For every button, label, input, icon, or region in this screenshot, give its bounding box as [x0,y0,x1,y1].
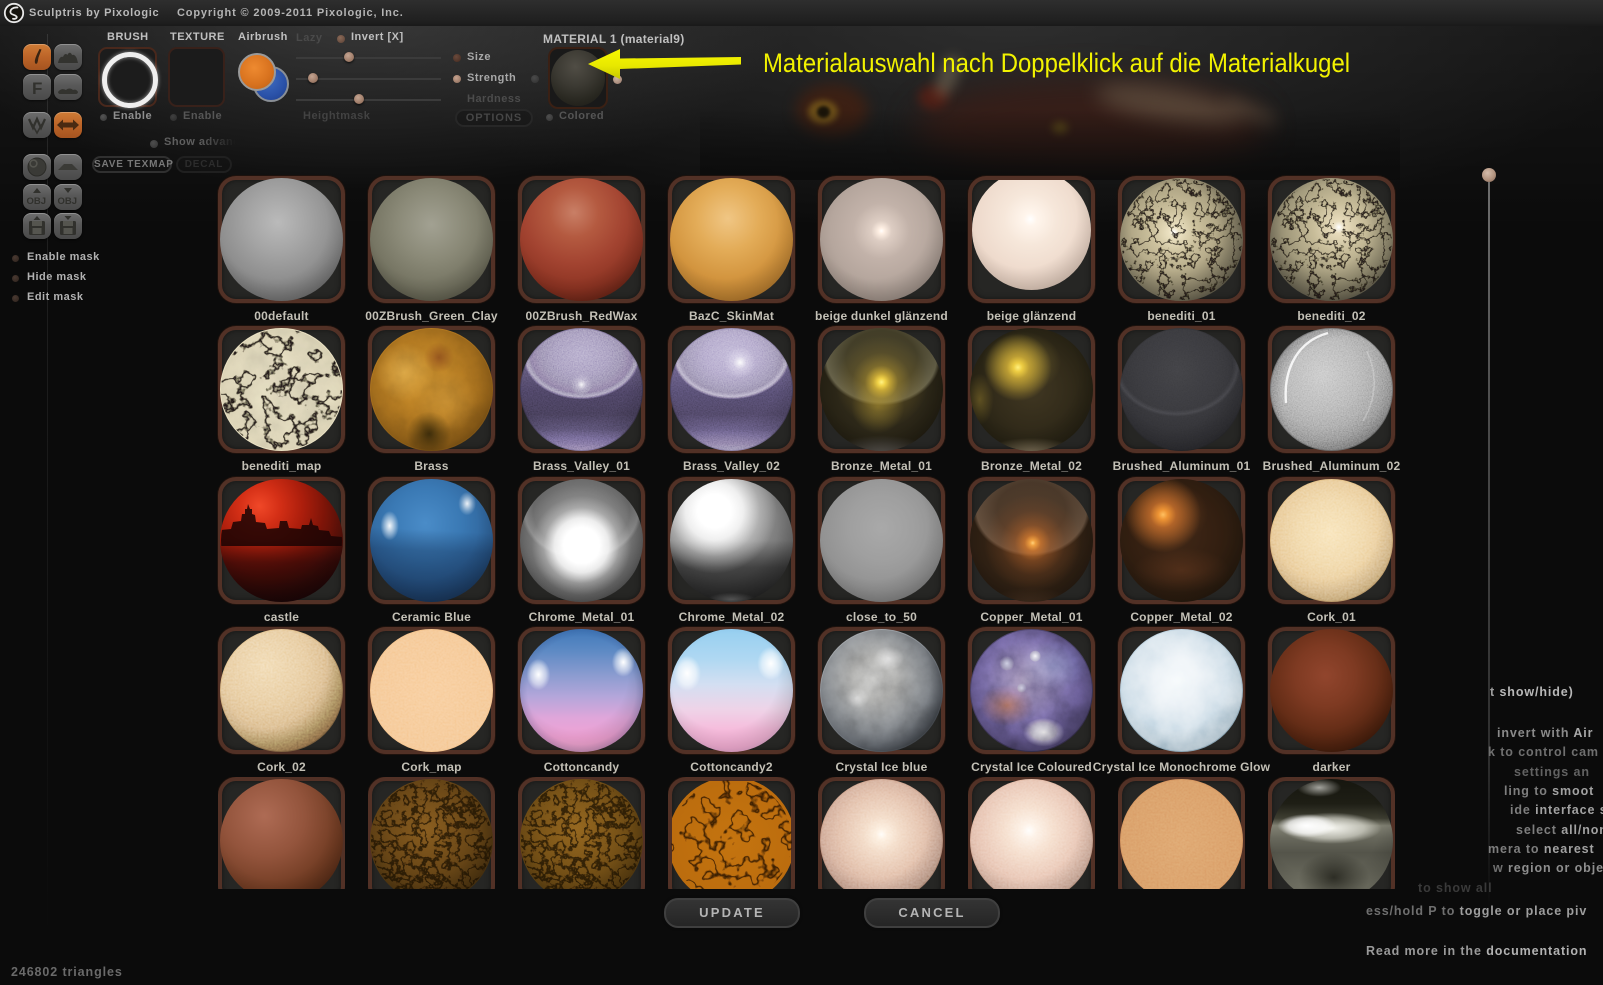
svg-text:OBJ: OBJ [27,196,47,207]
svg-text:OBJ: OBJ [58,196,78,207]
svg-text:F: F [32,79,42,98]
